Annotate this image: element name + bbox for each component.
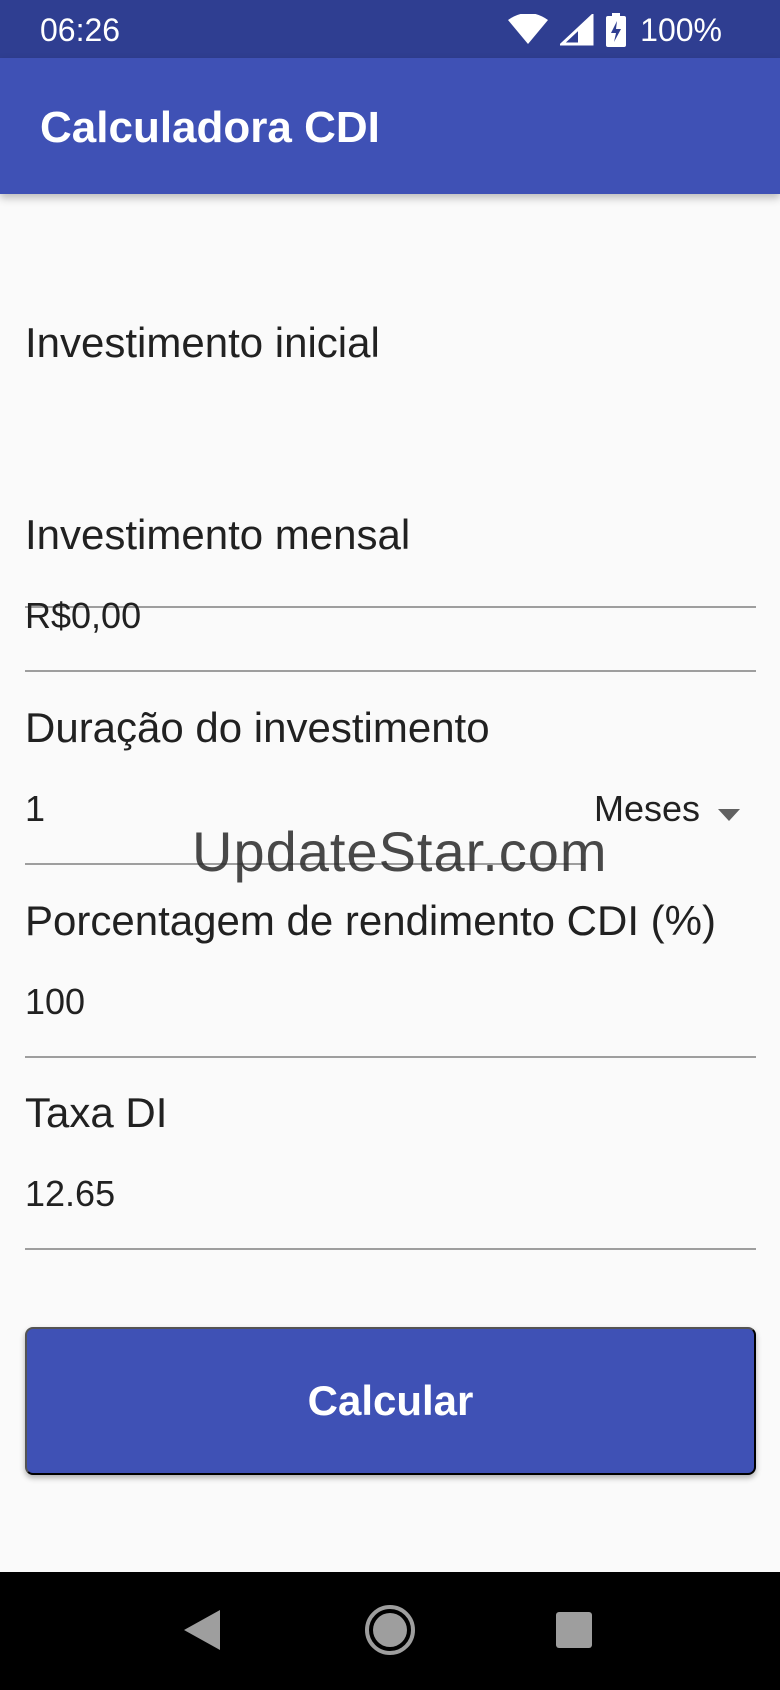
cdi-percent-underline <box>25 1056 756 1058</box>
duration-label: Duração do investimento <box>25 704 490 751</box>
battery-charging-icon <box>606 13 627 47</box>
di-rate-field[interactable]: Taxa DI 12.65 <box>25 1088 756 1282</box>
watermark: UpdateStar.com <box>192 820 608 883</box>
monthly-investment-field[interactable]: Investimento mensal R$0,00 <box>25 510 756 704</box>
recents-button[interactable] <box>544 1602 604 1662</box>
monthly-investment-underline <box>25 670 756 672</box>
wifi-icon <box>508 14 549 46</box>
battery-percent: 100% <box>640 12 722 48</box>
status-icons: 100% <box>508 9 722 51</box>
signal-icon <box>560 14 594 46</box>
recents-icon <box>554 1610 594 1655</box>
back-button[interactable] <box>172 1602 232 1662</box>
cdi-percent-label: Porcentagem de rendimento CDI (%) <box>25 897 716 944</box>
back-icon <box>182 1608 222 1657</box>
duration-unit-select[interactable]: Meses <box>594 787 740 831</box>
di-rate-underline <box>25 1248 756 1250</box>
cdi-percent-field[interactable]: Porcentagem de rendimento CDI (%) 100 <box>25 896 756 1090</box>
home-icon <box>363 1603 417 1662</box>
app-title: Calculadora CDI <box>40 103 380 152</box>
initial-investment-field[interactable]: Investimento inicial <box>25 318 756 608</box>
calcular-button[interactable]: Calcular <box>25 1327 756 1475</box>
di-rate-input[interactable]: 12.65 <box>25 1172 115 1216</box>
duration-unit-value: Meses <box>593 788 700 829</box>
home-button[interactable] <box>360 1602 420 1662</box>
initial-investment-label: Investimento inicial <box>25 319 380 366</box>
status-bar: 06:26 100% <box>0 0 780 58</box>
monthly-investment-label: Investimento mensal <box>25 511 411 558</box>
cdi-percent-input[interactable]: 100 <box>25 980 85 1024</box>
dropdown-arrow-icon <box>718 787 740 831</box>
navigation-bar <box>0 1572 780 1690</box>
app-bar: Calculadora CDI <box>0 58 780 194</box>
duration-input[interactable]: 1 <box>25 787 45 831</box>
di-rate-label: Taxa DI <box>25 1089 168 1136</box>
monthly-investment-input[interactable]: R$0,00 <box>25 594 141 638</box>
status-time: 06:26 <box>40 12 121 48</box>
